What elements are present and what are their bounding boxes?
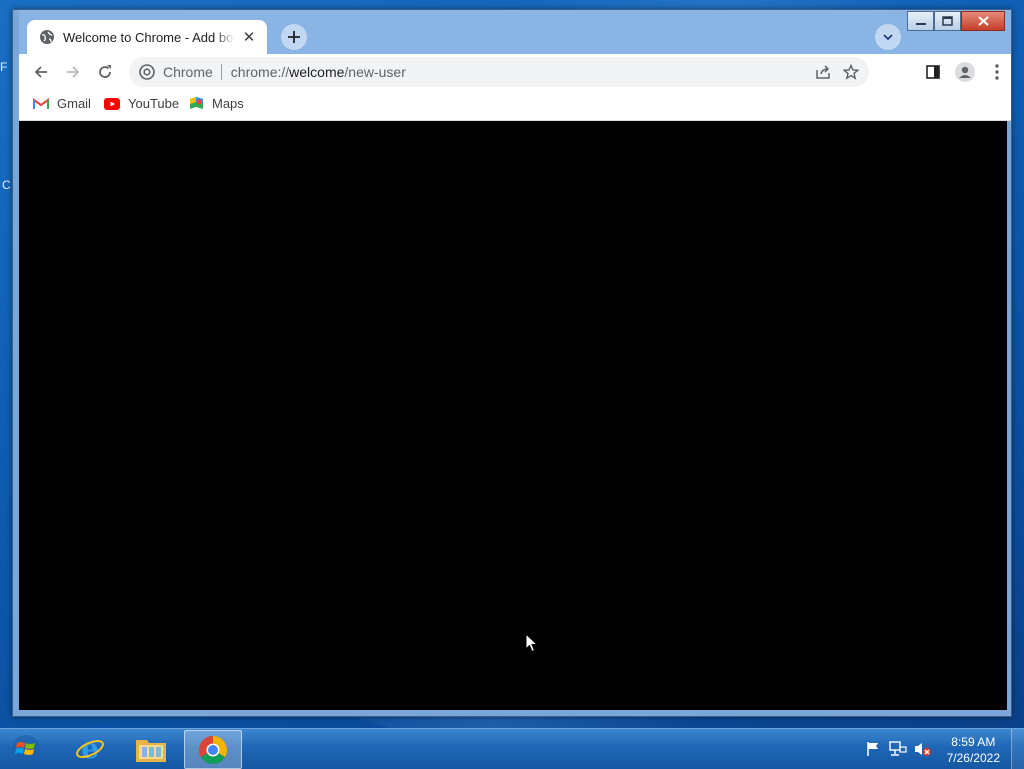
new-tab-button[interactable] <box>281 24 307 50</box>
arrow-right-icon <box>67 66 80 78</box>
bookmark-label: Gmail <box>57 96 91 111</box>
window-caption-buttons <box>907 11 1005 31</box>
maps-icon <box>190 97 203 109</box>
bookmarks-bar: Gmail YouTube Maps <box>19 90 1011 121</box>
show-desktop-button[interactable] <box>1011 729 1024 769</box>
url-text[interactable]: chrome://welcome/new-user <box>231 64 406 80</box>
desktop-icon-label[interactable]: C <box>2 178 11 192</box>
more-vertical-icon <box>995 64 999 80</box>
bookmark-maps[interactable]: Maps <box>189 96 244 111</box>
desktop-icon-label[interactable]: F <box>0 60 7 74</box>
reload-icon <box>99 65 111 78</box>
star-icon <box>843 64 859 80</box>
clock-time: 8:59 AM <box>951 735 996 749</box>
bookmark-star-button[interactable] <box>837 58 865 86</box>
close-window-button[interactable] <box>961 11 1005 31</box>
tab-search-button[interactable] <box>875 24 901 50</box>
browser-toolbar: Chrome chrome://welcome/new-user <box>19 54 1011 90</box>
volume-muted-icon[interactable] <box>914 741 932 757</box>
chrome-icon <box>199 735 227 764</box>
address-bar[interactable]: Chrome chrome://welcome/new-user <box>129 57 869 87</box>
back-button[interactable] <box>27 58 55 86</box>
taskbar-clock[interactable]: 8:59 AM 7/26/2022 <box>947 734 1000 766</box>
share-icon <box>816 65 830 79</box>
mouse-cursor-icon <box>525 633 538 653</box>
taskbar-internet-explorer[interactable]: e <box>62 730 118 767</box>
chip-divider <box>220 64 222 80</box>
plus-icon <box>288 31 300 43</box>
profile-button[interactable] <box>951 58 979 86</box>
menu-button[interactable] <box>983 58 1011 86</box>
tab-strip: Welcome to Chrome - Add bookmarks ✕ <box>19 10 1011 54</box>
system-tray <box>864 741 939 757</box>
share-button[interactable] <box>809 58 837 86</box>
tab-welcome[interactable]: Welcome to Chrome - Add bookmarks ✕ <box>27 20 267 54</box>
close-tab-icon[interactable]: ✕ <box>241 29 257 46</box>
taskbar: e 8:59 AM 7/26/2022 <box>0 728 1024 769</box>
taskbar-chrome[interactable] <box>184 730 242 769</box>
network-icon[interactable] <box>889 741 907 757</box>
restore-icon <box>942 16 953 26</box>
omnibox-actions <box>809 58 865 86</box>
start-button[interactable] <box>6 731 46 767</box>
security-chip[interactable]: Chrome <box>163 64 213 80</box>
forward-button[interactable] <box>59 58 87 86</box>
side-panel-icon <box>926 65 940 79</box>
internet-explorer-icon: e <box>76 734 104 764</box>
side-panel-button[interactable] <box>919 58 947 86</box>
minimize-icon <box>915 23 926 25</box>
url-scheme: chrome:// <box>230 64 290 80</box>
maximize-button[interactable] <box>934 11 961 31</box>
bookmark-label: Maps <box>212 96 244 111</box>
svg-text:e: e <box>81 734 99 764</box>
youtube-icon <box>104 97 120 110</box>
file-explorer-icon <box>136 739 166 762</box>
minimize-button[interactable] <box>907 11 934 31</box>
gmail-icon <box>33 97 49 109</box>
globe-icon <box>40 30 54 44</box>
bookmark-youtube[interactable]: YouTube <box>104 96 179 111</box>
page-content[interactable] <box>19 121 1007 710</box>
bookmark-label: YouTube <box>128 96 180 111</box>
bookmark-gmail[interactable]: Gmail <box>33 96 91 111</box>
chrome-window: Welcome to Chrome - Add bookmarks ✕ <box>12 9 1012 717</box>
clock-date: 7/26/2022 <box>946 751 1000 765</box>
windows-logo-icon <box>12 735 40 763</box>
chrome-logo-icon <box>139 64 155 80</box>
arrow-left-icon <box>34 66 47 78</box>
reload-button[interactable] <box>91 58 119 86</box>
tab-title: Welcome to Chrome - Add bookmarks <box>63 29 235 45</box>
url-path: /new-user <box>344 64 406 80</box>
action-center-flag-icon[interactable] <box>864 741 882 757</box>
chevron-down-icon <box>883 34 893 41</box>
url-host: welcome <box>289 64 345 80</box>
close-icon <box>977 16 989 26</box>
taskbar-file-explorer[interactable] <box>123 730 179 767</box>
avatar-icon <box>955 62 975 82</box>
